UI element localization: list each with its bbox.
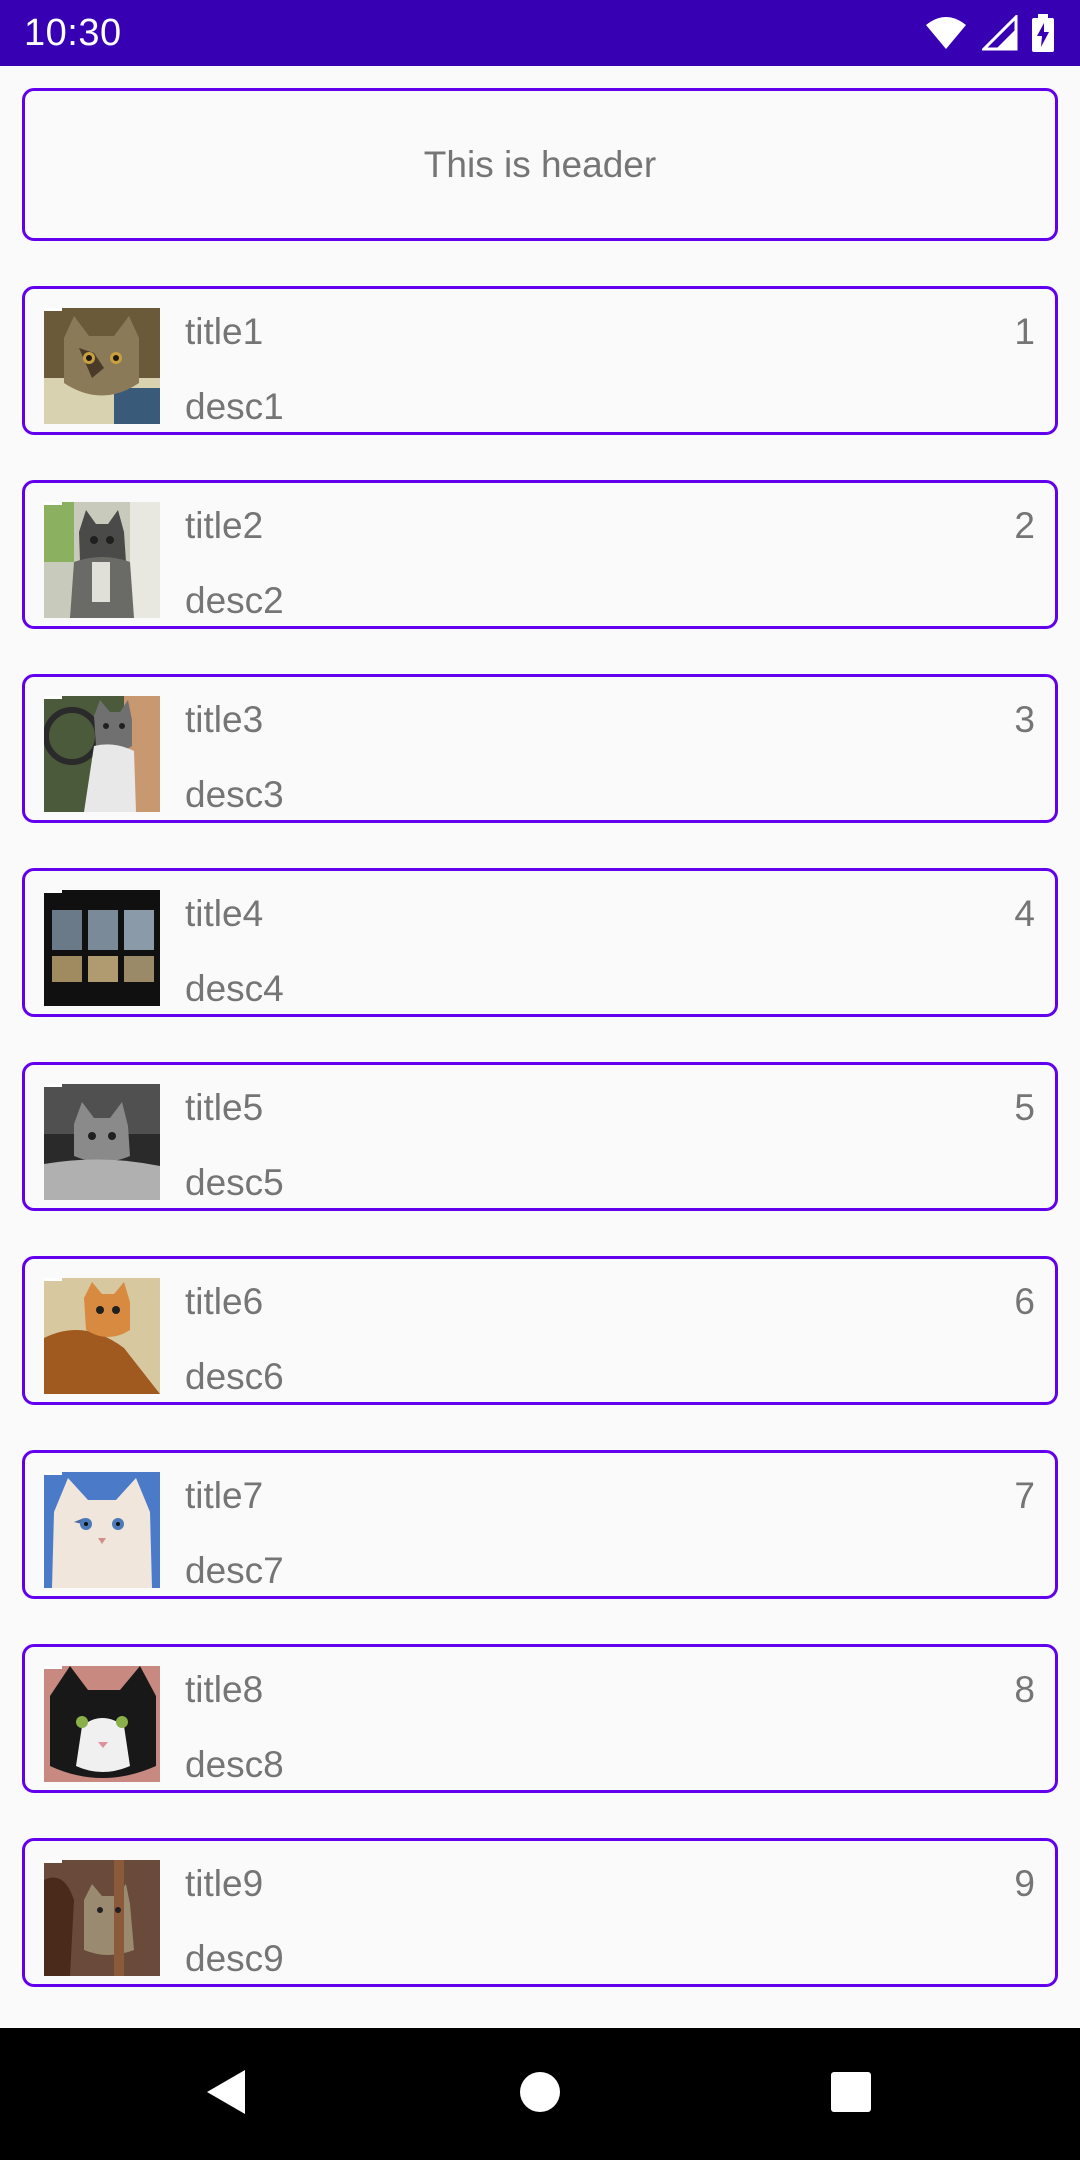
item-title: title7	[185, 1475, 264, 1516]
item-title: title2	[185, 505, 264, 546]
item-number: 7	[1014, 1475, 1035, 1516]
cat-photo-4	[44, 890, 160, 1006]
item-title: title3	[185, 699, 264, 740]
cat-photo-1	[44, 308, 160, 424]
item-number: 9	[1014, 1863, 1035, 1904]
item-thumbnail	[44, 1472, 160, 1588]
item-title: title4	[185, 893, 264, 934]
list-item[interactable]: title8 desc8 8	[22, 1644, 1058, 1793]
list-item[interactable]: title7 desc7 7	[22, 1450, 1058, 1599]
list-item[interactable]: title6 desc6 6	[22, 1256, 1058, 1405]
item-number: 6	[1014, 1281, 1035, 1322]
item-thumbnail	[44, 1666, 160, 1782]
item-thumbnail	[44, 1278, 160, 1394]
list-item[interactable]: title9 desc9 9	[22, 1838, 1058, 1987]
list-item[interactable]: title1 desc1 1	[22, 286, 1058, 435]
item-thumbnail	[44, 1084, 160, 1200]
item-thumbnail	[44, 1860, 160, 1976]
list-item[interactable]: title4 desc4 4	[22, 868, 1058, 1017]
item-desc: desc1	[185, 386, 284, 427]
item-title: title9	[185, 1863, 264, 1904]
cat-photo-8	[44, 1666, 160, 1782]
item-title: title1	[185, 311, 264, 352]
item-desc: desc3	[185, 774, 284, 815]
cat-photo-7	[44, 1472, 160, 1588]
item-thumbnail	[44, 502, 160, 618]
recents-button[interactable]	[771, 2028, 931, 2160]
item-number: 1	[1014, 311, 1035, 352]
item-desc: desc4	[185, 968, 284, 1009]
wifi-icon	[924, 15, 968, 51]
list-item[interactable]: title2 desc2 2	[22, 480, 1058, 629]
item-number: 4	[1014, 893, 1035, 934]
item-number: 3	[1014, 699, 1035, 740]
cat-photo-3	[44, 696, 160, 812]
navigation-bar	[0, 2028, 1080, 2160]
item-thumbnail	[44, 890, 160, 1006]
home-button[interactable]	[460, 2028, 620, 2160]
header-text: This is header	[423, 143, 657, 185]
recents-icon	[830, 2071, 872, 2118]
item-number: 2	[1014, 505, 1035, 546]
item-number: 8	[1014, 1669, 1035, 1710]
item-number: 5	[1014, 1087, 1035, 1128]
item-desc: desc7	[185, 1550, 284, 1591]
home-icon	[519, 2071, 561, 2118]
item-desc: desc5	[185, 1162, 284, 1203]
list-item[interactable]: title5 desc5 5	[22, 1062, 1058, 1211]
item-title: title6	[185, 1281, 264, 1322]
item-thumbnail	[44, 308, 160, 424]
signal-icon	[982, 15, 1018, 51]
item-desc: desc2	[185, 580, 284, 621]
content-list[interactable]: This is header title1 desc1 1 title2 des…	[0, 66, 1080, 2028]
status-time: 10:30	[24, 11, 122, 54]
item-thumbnail	[44, 696, 160, 812]
back-button[interactable]	[145, 2028, 305, 2160]
cat-photo-5	[44, 1084, 160, 1200]
cat-photo-2	[44, 502, 160, 618]
battery-charging-icon	[1032, 14, 1054, 52]
back-icon	[203, 2068, 247, 2121]
item-desc: desc9	[185, 1938, 284, 1979]
item-title: title8	[185, 1669, 264, 1710]
item-desc: desc8	[185, 1744, 284, 1785]
header-card: This is header	[22, 88, 1058, 241]
status-bar: 10:30	[0, 0, 1080, 66]
status-icons	[924, 14, 1054, 52]
cat-photo-6	[44, 1278, 160, 1394]
cat-photo-9	[44, 1860, 160, 1976]
list-item[interactable]: title3 desc3 3	[22, 674, 1058, 823]
item-title: title5	[185, 1087, 264, 1128]
item-desc: desc6	[185, 1356, 284, 1397]
